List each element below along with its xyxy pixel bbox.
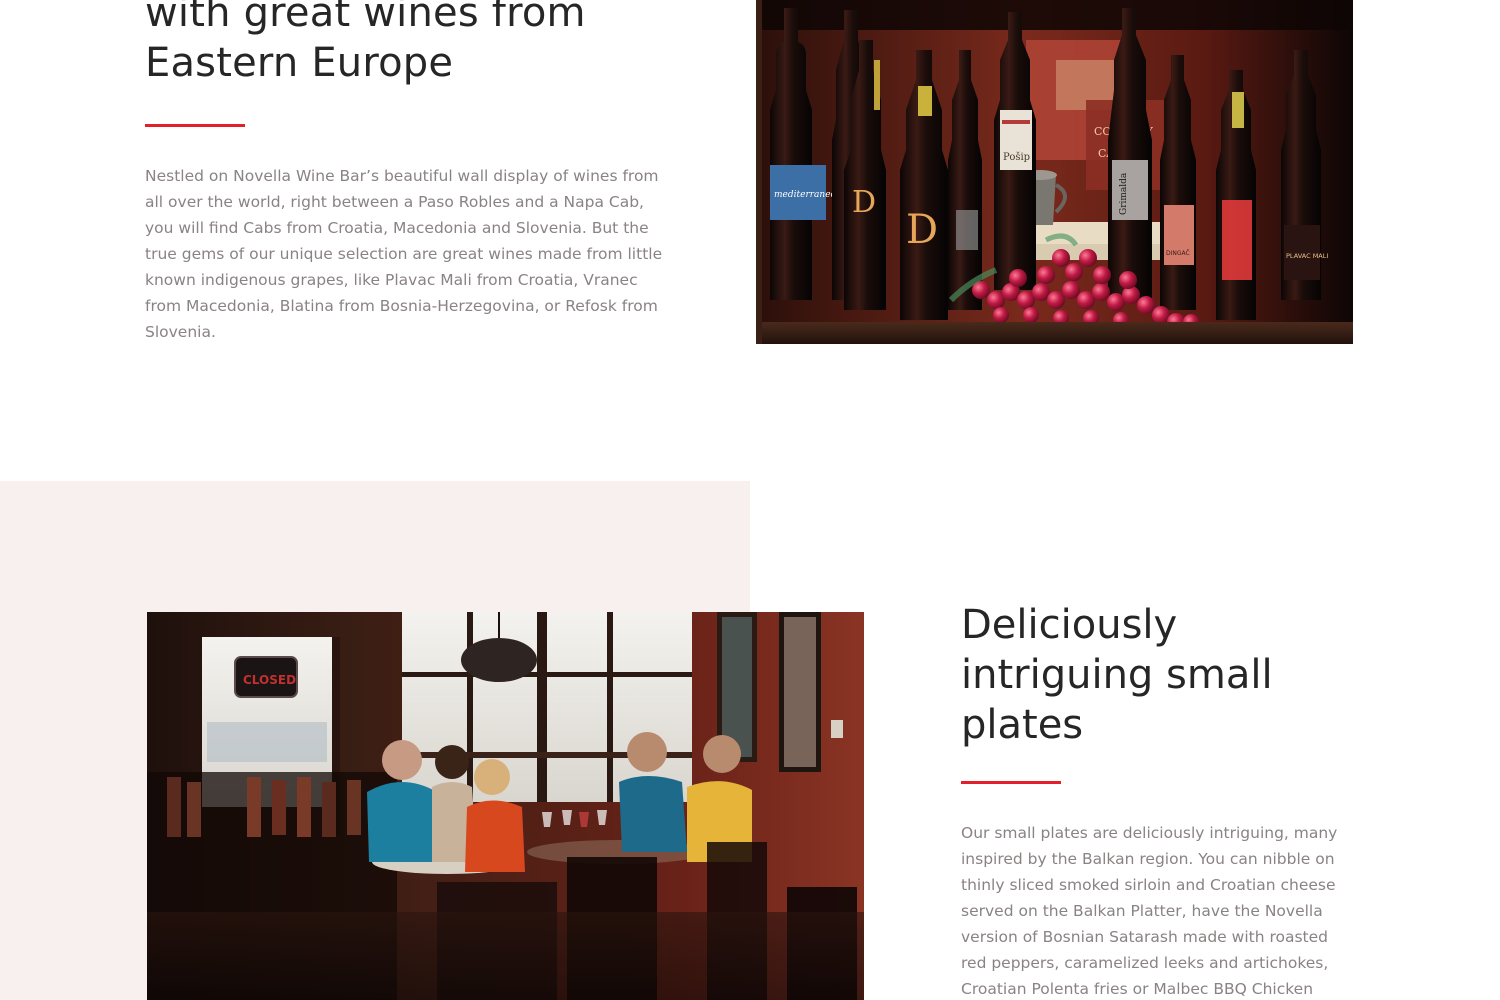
mediterraneo-label: mediterraneo xyxy=(774,190,837,200)
wine-bottles-photo: COUNTRY CALLED mediterraneo D D xyxy=(756,0,1353,344)
wines-description: Nestled on Novella Wine Bar’s beautiful … xyxy=(145,167,663,341)
wines-heading: with great wines from Eastern Europe xyxy=(145,0,586,86)
posip-label: Pošip xyxy=(1003,152,1030,163)
plavac-mali-label: PLAVAC MALI xyxy=(1286,252,1328,260)
grimalda-label: Grimalda xyxy=(1119,172,1129,215)
small-plates-heading-divider xyxy=(961,781,1061,784)
d-logo-2: D xyxy=(906,207,938,253)
small-plates-description: Our small plates are deliciously intrigu… xyxy=(961,824,1338,998)
wines-heading-divider xyxy=(145,124,245,127)
small-plates-heading: Deliciously intriguing small plates xyxy=(961,602,1273,748)
dingac-label: DINGAČ xyxy=(1166,250,1190,257)
closed-sign: CLOSED xyxy=(243,673,296,687)
d-logo-1: D xyxy=(852,185,876,220)
restaurant-diners-photo: CLOSED xyxy=(147,612,864,1000)
